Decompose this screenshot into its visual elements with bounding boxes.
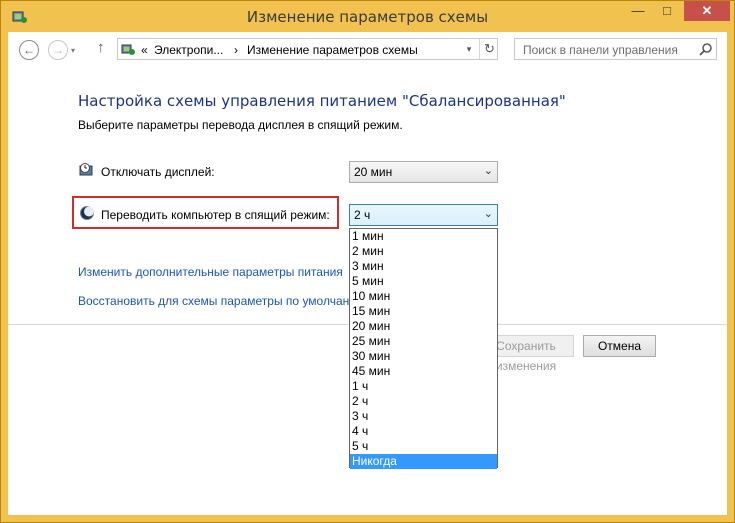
search-icon[interactable] xyxy=(699,42,713,56)
sleep-option[interactable]: 1 мин xyxy=(350,229,497,244)
sleep-option[interactable]: 5 ч xyxy=(350,439,497,454)
page-subtitle: Выберите параметры перевода дисплея в сп… xyxy=(78,118,403,132)
up-button[interactable]: ↑ xyxy=(97,39,105,56)
sleep-option[interactable]: 25 мин xyxy=(350,334,497,349)
sleep-option[interactable]: 1 ч xyxy=(350,379,497,394)
back-button[interactable]: ← xyxy=(19,40,39,60)
restore-defaults-link[interactable]: Восстановить для схемы параметры по умол… xyxy=(78,294,365,308)
breadcrumb-power-options[interactable]: Электропи... xyxy=(154,43,223,57)
sleep-option[interactable]: 10 мин xyxy=(350,289,497,304)
display-off-select[interactable]: 20 мин ⌄ xyxy=(349,161,498,183)
sleep-option[interactable]: 5 мин xyxy=(350,274,497,289)
window-frame-left xyxy=(1,32,8,522)
window-frame-right xyxy=(727,32,734,522)
minimize-button[interactable]: — xyxy=(624,1,652,21)
sleep-options-list[interactable]: 1 мин 2 мин 3 мин 5 мин 10 мин 15 мин 20… xyxy=(349,228,498,469)
breadcrumb-current[interactable]: Изменение параметров схемы xyxy=(247,43,418,57)
forward-button[interactable]: → xyxy=(48,40,68,60)
maximize-button[interactable]: □ xyxy=(653,1,681,21)
breadcrumb-separator[interactable]: › xyxy=(234,43,238,57)
window-frame-bottom xyxy=(1,515,734,522)
navigation-bar: ← → ▾ ↑ « Электропи... › Изменение парам… xyxy=(8,32,727,68)
recent-locations-chevron-icon[interactable]: ▾ xyxy=(71,46,75,55)
address-bar[interactable]: « Электропи... › Изменение параметров сх… xyxy=(117,38,498,60)
sleep-moon-icon xyxy=(80,206,94,220)
search-input[interactable]: Поиск в панели управления xyxy=(523,43,678,57)
title-bar[interactable]: Изменение параметров схемы — □ ✕ xyxy=(1,1,734,32)
sleep-label: Переводить компьютер в спящий режим: xyxy=(101,208,330,222)
sleep-option[interactable]: 15 мин xyxy=(350,304,497,319)
sleep-select[interactable]: 2 ч ⌄ xyxy=(349,204,498,226)
display-off-value: 20 мин xyxy=(354,165,393,179)
sleep-option[interactable]: 30 мин xyxy=(350,349,497,364)
close-button[interactable]: ✕ xyxy=(684,1,730,21)
control-panel-icon xyxy=(121,44,135,55)
chevron-down-icon: ⌄ xyxy=(483,208,493,220)
address-dropdown-icon[interactable]: ▾ xyxy=(461,40,477,58)
refresh-button[interactable]: ↻ xyxy=(479,39,499,59)
control-panel-window: Изменение параметров схемы — □ ✕ ← → ▾ ↑… xyxy=(0,0,735,523)
sleep-option[interactable]: 4 ч xyxy=(350,424,497,439)
display-off-label: Отключать дисплей: xyxy=(101,165,215,179)
sleep-value: 2 ч xyxy=(354,208,371,222)
display-clock-icon xyxy=(79,163,93,176)
sleep-option[interactable]: 2 мин xyxy=(350,244,497,259)
search-box[interactable]: Поиск в панели управления xyxy=(514,38,717,60)
sleep-option[interactable]: 20 мин xyxy=(350,319,497,334)
cancel-button[interactable]: Отмена xyxy=(583,335,656,357)
sleep-option[interactable]: 3 мин xyxy=(350,259,497,274)
sleep-option[interactable]: Никогда xyxy=(350,454,497,469)
sleep-option[interactable]: 3 ч xyxy=(350,409,497,424)
chevron-down-icon: ⌄ xyxy=(483,165,493,177)
address-overflow-chevron[interactable]: « xyxy=(141,43,148,57)
sleep-option[interactable]: 2 ч xyxy=(350,394,497,409)
sleep-option[interactable]: 45 мин xyxy=(350,364,497,379)
page-title: Настройка схемы управления питанием "Сба… xyxy=(78,92,566,110)
advanced-settings-link[interactable]: Изменить дополнительные параметры питани… xyxy=(78,265,343,279)
